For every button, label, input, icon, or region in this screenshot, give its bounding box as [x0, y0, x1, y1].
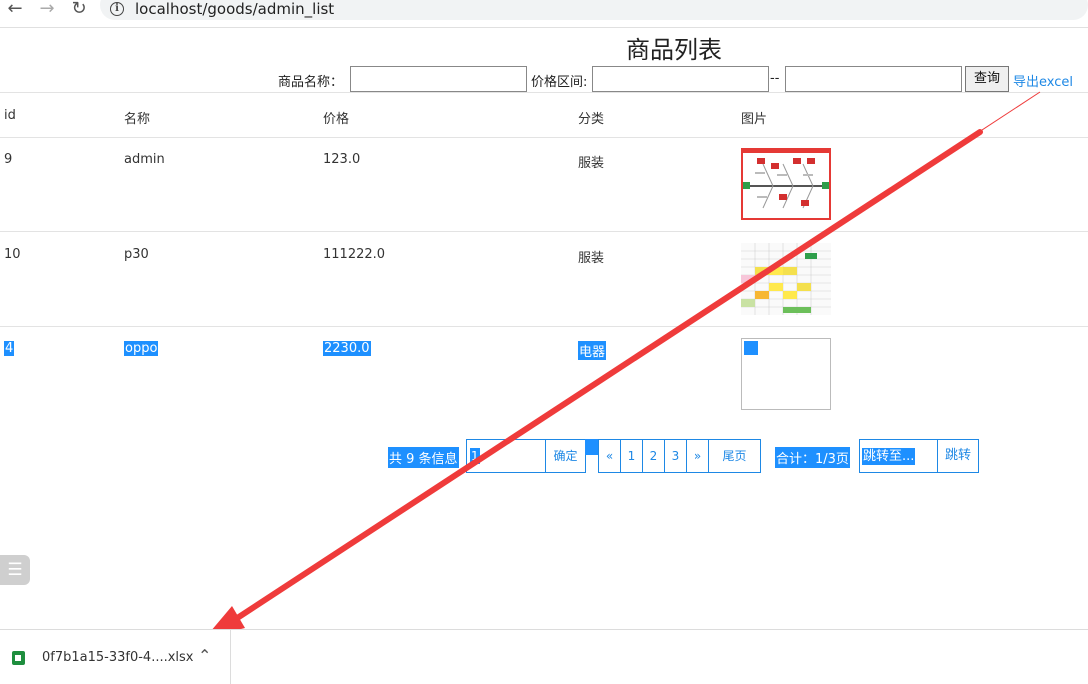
arrow-shaft	[219, 129, 983, 631]
annotation-arrow	[205, 91, 1041, 638]
download-bar: 0f7b1a15-33f0-4....xlsx ⌃	[0, 629, 1088, 684]
spreadsheet-file-icon	[12, 651, 25, 665]
chevron-up-icon[interactable]: ⌃	[198, 646, 211, 665]
download-item[interactable]: 0f7b1a15-33f0-4....xlsx ⌃	[0, 630, 231, 684]
download-file-name[interactable]: 0f7b1a15-33f0-4....xlsx	[42, 650, 194, 665]
